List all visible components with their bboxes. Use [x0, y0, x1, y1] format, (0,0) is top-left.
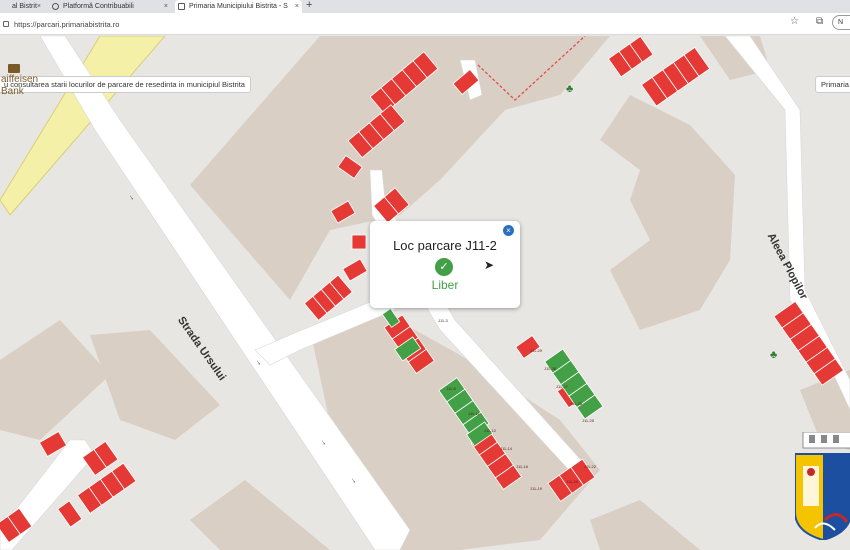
new-tab-button[interactable]: + — [306, 0, 312, 11]
browser-window: al Bistrit × Platformă Contribuabili × P… — [0, 0, 850, 550]
spot-label: J11-29 — [530, 348, 543, 353]
tree-icon: ♣ — [566, 83, 573, 95]
close-popup-button[interactable]: × — [503, 225, 514, 236]
close-tab-icon[interactable]: × — [37, 0, 41, 13]
tab-label: al Bistrit — [12, 3, 37, 10]
spot-label: J11-3 — [438, 318, 448, 323]
profile-button[interactable]: N — [832, 15, 850, 30]
check-circle-icon: ✓ — [435, 258, 453, 276]
spot-label: J11-11 — [468, 411, 480, 416]
popup-status: Liber — [431, 278, 459, 292]
close-tab-icon[interactable]: × — [295, 0, 299, 13]
spot-label: J11-22 — [584, 464, 597, 469]
bank-name-2: Bank — [1, 86, 24, 97]
address-bar[interactable]: https://parcari.primariabistrita.ro — [0, 13, 850, 35]
globe-icon — [52, 3, 59, 10]
page-icon — [178, 3, 185, 10]
bank-icon[interactable] — [8, 64, 20, 73]
info-banner-right: Primaria — [815, 76, 850, 93]
tree-icon: ♣ — [770, 349, 777, 361]
parking-spot-popup: × Loc parcare J11-2 ✓ Liber — [370, 221, 520, 308]
coat-of-arms-icon — [795, 432, 850, 540]
close-tab-icon[interactable]: × — [164, 0, 168, 13]
favorite-star-icon[interactable]: ☆ — [790, 16, 799, 27]
tab-label: Primaria Municipiului Bistrita - S — [189, 3, 288, 10]
mouse-cursor-icon: ➤ — [484, 258, 495, 272]
spot-label: J11-8 — [446, 386, 456, 391]
spot-label: J11-19 — [530, 486, 543, 491]
spot-label: J11-16 — [516, 464, 529, 469]
tab-primaria[interactable]: Primaria Municipiului Bistrita - S × — [175, 0, 302, 13]
spot-label: J11-14 — [500, 446, 513, 451]
poi-label-bank[interactable]: aiffeisen Bank — [1, 74, 38, 98]
spot-label: J11-12 — [484, 428, 497, 433]
tab-platforma[interactable]: Platformă Contribuabili × — [49, 0, 171, 13]
tab-bistrita[interactable]: al Bistrit × — [0, 0, 44, 13]
spot-label: J11-27 — [556, 384, 569, 389]
collections-icon[interactable]: ⧉ — [816, 16, 823, 27]
spot-label: J11-20 — [566, 479, 579, 484]
tab-label: Platformă Contribuabili — [63, 3, 134, 10]
bank-name: aiffeisen — [1, 74, 39, 85]
url-text[interactable]: https://parcari.primariabistrita.ro — [0, 18, 119, 31]
spot-label: J11-25 — [582, 418, 595, 423]
popup-title: Loc parcare J11-2 — [393, 238, 497, 253]
spot-label: J11-28 — [544, 366, 557, 371]
tab-strip: al Bistrit × Platformă Contribuabili × P… — [0, 0, 850, 13]
spot-label: J11-26 — [570, 401, 583, 406]
